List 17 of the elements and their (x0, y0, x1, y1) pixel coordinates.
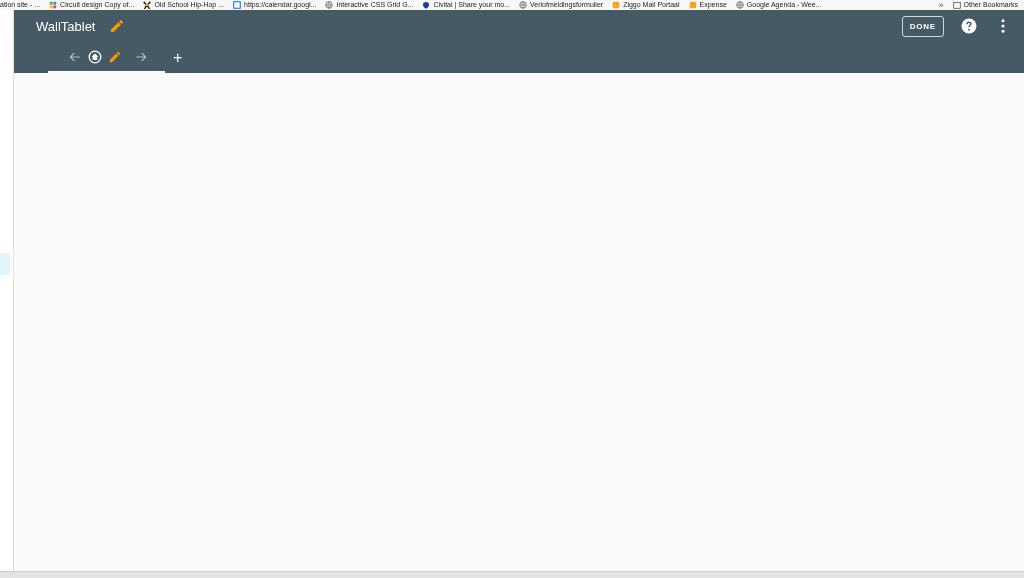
globe-icon (325, 1, 334, 9)
folder-icon (952, 1, 961, 9)
home-icon (88, 49, 102, 64)
add-view-button[interactable]: + (169, 42, 187, 73)
help-icon[interactable] (960, 17, 978, 35)
figure-icon (143, 1, 152, 9)
globe-icon (735, 1, 744, 9)
dashboard-title: WallTablet (36, 18, 96, 34)
bookmarks-overflow-button[interactable]: » (938, 0, 944, 10)
shield-icon (422, 1, 431, 9)
globe-icon (519, 1, 527, 9)
square-icon (612, 1, 621, 9)
done-button[interactable]: DONE (901, 15, 944, 37)
pencil-icon[interactable] (108, 49, 122, 64)
square-icon (688, 1, 697, 9)
pencil-icon[interactable] (109, 18, 126, 34)
grid-icon (49, 1, 58, 9)
